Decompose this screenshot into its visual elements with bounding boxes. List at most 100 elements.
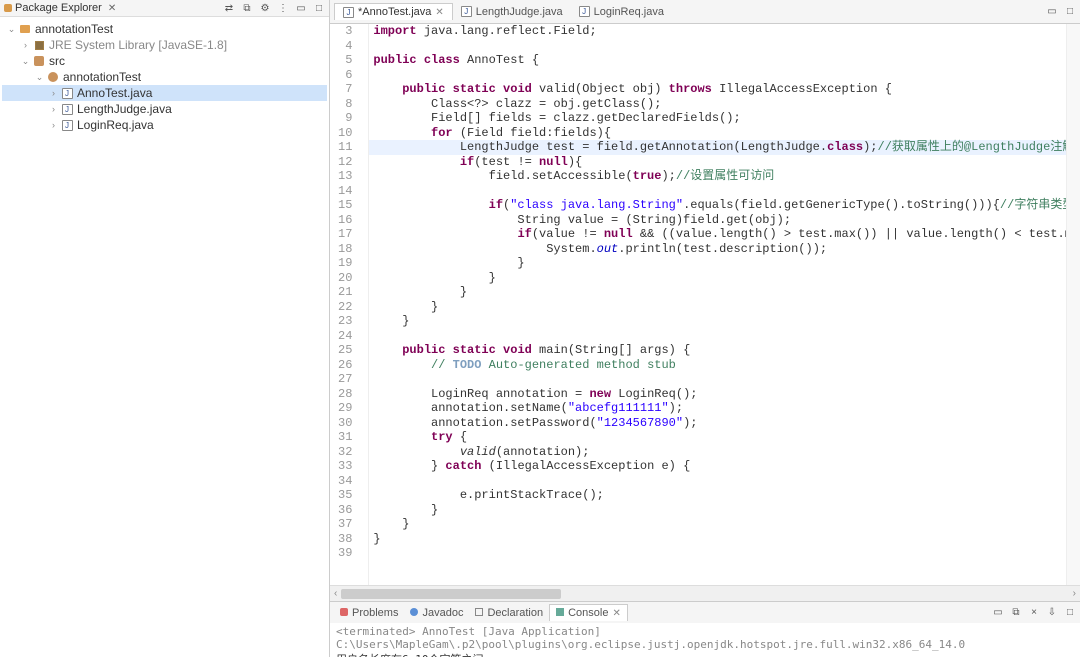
code-line[interactable]: valid(annotation); (369, 445, 1066, 460)
close-view-icon[interactable]: ✕ (612, 608, 620, 619)
close-tab-icon[interactable]: ✕ (435, 7, 443, 18)
code-line[interactable]: if(value != null && ((value.length() > t… (369, 227, 1066, 242)
tree-label: LengthJudge.java (77, 102, 172, 116)
minimize-icon[interactable]: ▭ (1046, 6, 1058, 18)
package-explorer-title: Package Explorer (12, 2, 102, 14)
scroll-right-icon[interactable]: › (1073, 588, 1076, 599)
view-tab-label: Console (568, 607, 608, 619)
bv-tool-0[interactable]: ▭ (992, 607, 1004, 619)
pe-tool-5[interactable]: □ (313, 2, 325, 14)
expand-toggle-icon[interactable]: ⌄ (6, 24, 17, 35)
tree-item-jre-system-library--javase-1-8-[interactable]: › JRE System Library [JavaSE-1.8] (2, 37, 327, 53)
expand-toggle-icon[interactable]: › (48, 120, 59, 130)
code-line[interactable]: public static void valid(Object obj) thr… (369, 82, 1066, 97)
code-line[interactable]: try { (369, 430, 1066, 445)
code-line[interactable]: e.printStackTrace(); (369, 488, 1066, 503)
code-line[interactable]: Class<?> clazz = obj.getClass(); (369, 97, 1066, 112)
code-line[interactable]: if("class java.lang.String".equals(field… (369, 198, 1066, 213)
code-line[interactable]: LengthJudge test = field.getAnnotation(L… (369, 140, 1066, 155)
project-icon (17, 25, 33, 33)
scrollbar-thumb[interactable] (341, 589, 561, 599)
code-line[interactable]: } (369, 300, 1066, 315)
editor-tab-lengthjudge-java[interactable]: JLengthJudge.java (453, 4, 571, 20)
pe-tool-2[interactable]: ⚙ (259, 2, 271, 14)
tree-label: AnnoTest.java (77, 86, 152, 100)
code-line[interactable]: public class AnnoTest { (369, 53, 1066, 68)
package-explorer-tree[interactable]: ⌄annotationTest › JRE System Library [Java… (0, 17, 329, 657)
bv-tool-1[interactable]: ⧉ (1010, 607, 1022, 619)
line-number: 15 (338, 198, 364, 213)
code-line[interactable]: } (369, 271, 1066, 286)
code-line[interactable]: for (Field field:fields){ (369, 126, 1066, 141)
expand-toggle-icon[interactable]: ⌄ (20, 56, 31, 67)
maximize-icon[interactable]: □ (1064, 6, 1076, 18)
package-explorer-toolbar: ⇄ ⧉ ⚙ ⋮ ▭ □ (223, 2, 325, 14)
console-icon (556, 607, 564, 619)
tree-item-annotest-java[interactable]: ›JAnnoTest.java (2, 85, 327, 101)
pe-tool-1[interactable]: ⧉ (241, 2, 253, 14)
code-line[interactable]: // TODO Auto-generated method stub (369, 358, 1066, 373)
code-line[interactable]: String value = (String)field.get(obj); (369, 213, 1066, 228)
code-line[interactable]: LoginReq annotation = new LoginReq(); (369, 387, 1066, 402)
code-line[interactable] (369, 372, 1066, 387)
tree-item-annotationtest[interactable]: ⌄annotationTest (2, 21, 327, 37)
expand-toggle-icon[interactable]: › (48, 104, 59, 114)
java-file-icon: J (579, 6, 590, 17)
code-editor[interactable]: 3456789101112131415161718192021222324252… (330, 24, 1080, 585)
line-number: 5 (338, 53, 364, 68)
close-icon[interactable]: ✕ (108, 3, 116, 14)
code-line[interactable] (369, 68, 1066, 83)
expand-toggle-icon[interactable]: › (48, 88, 59, 98)
expand-toggle-icon[interactable]: › (20, 40, 31, 50)
tree-label: JRE System Library [JavaSE-1.8] (49, 38, 227, 52)
code-line[interactable]: } (369, 314, 1066, 329)
code-line[interactable]: import java.lang.reflect.Field; (369, 24, 1066, 39)
bv-tool-2[interactable]: × (1028, 607, 1040, 619)
code-line[interactable]: public static void main(String[] args) { (369, 343, 1066, 358)
view-tab-declaration[interactable]: Declaration (469, 605, 549, 621)
package-explorer-icon (4, 4, 12, 12)
code-line[interactable]: } (369, 256, 1066, 271)
code-line[interactable]: } (369, 517, 1066, 532)
editor-tab--annotest-java[interactable]: J*AnnoTest.java✕ (334, 3, 453, 20)
bv-tool-4[interactable]: □ (1064, 607, 1076, 619)
line-number: 13 (338, 169, 364, 184)
expand-toggle-icon[interactable]: ⌄ (34, 72, 45, 83)
code-line[interactable] (369, 184, 1066, 199)
view-tab-problems[interactable]: Problems (334, 605, 404, 621)
code-line[interactable]: annotation.setName("abcefg111111"); (369, 401, 1066, 416)
tree-item-src[interactable]: ⌄src (2, 53, 327, 69)
code-line[interactable]: } (369, 285, 1066, 300)
horizontal-scrollbar[interactable]: ‹ › (330, 585, 1080, 601)
code-line[interactable] (369, 329, 1066, 344)
editor-tab-loginreq-java[interactable]: JLoginReq.java (571, 4, 672, 20)
pe-tool-3[interactable]: ⋮ (277, 2, 289, 14)
line-number: 30 (338, 416, 364, 431)
line-number: 33 (338, 459, 364, 474)
code-line[interactable] (369, 474, 1066, 489)
code-line[interactable]: annotation.setPassword("1234567890"); (369, 416, 1066, 431)
code-line[interactable]: } (369, 532, 1066, 547)
code-line[interactable]: } catch (IllegalAccessException e) { (369, 459, 1066, 474)
console-view[interactable]: <terminated> AnnoTest [Java Application]… (330, 623, 1080, 657)
code-line[interactable] (369, 39, 1066, 54)
line-number: 26 (338, 358, 364, 373)
view-tab-console[interactable]: Console ✕ (549, 604, 628, 621)
tree-label: LoginReq.java (77, 118, 154, 132)
overview-ruler[interactable] (1066, 24, 1080, 585)
view-tab-label: Problems (352, 607, 398, 619)
code-line[interactable]: System.out.println(test.description()); (369, 242, 1066, 257)
view-tab-javadoc[interactable]: Javadoc (404, 605, 469, 621)
tree-item-lengthjudge-java[interactable]: ›JLengthJudge.java (2, 101, 327, 117)
code-line[interactable]: Field[] fields = clazz.getDeclaredFields… (369, 111, 1066, 126)
code-line[interactable]: field.setAccessible(true);//设置属性可访问 (369, 169, 1066, 184)
code-line[interactable]: if(test != null){ (369, 155, 1066, 170)
pe-tool-0[interactable]: ⇄ (223, 2, 235, 14)
pe-tool-4[interactable]: ▭ (295, 2, 307, 14)
tree-item-annotationtest[interactable]: ⌄annotationTest (2, 69, 327, 85)
bv-tool-3[interactable]: ⇩ (1046, 607, 1058, 619)
tree-item-loginreq-java[interactable]: ›JLoginReq.java (2, 117, 327, 133)
code-line[interactable]: } (369, 503, 1066, 518)
code-line[interactable] (369, 546, 1066, 561)
code-content[interactable]: import java.lang.reflect.Field; public cl… (369, 24, 1066, 585)
